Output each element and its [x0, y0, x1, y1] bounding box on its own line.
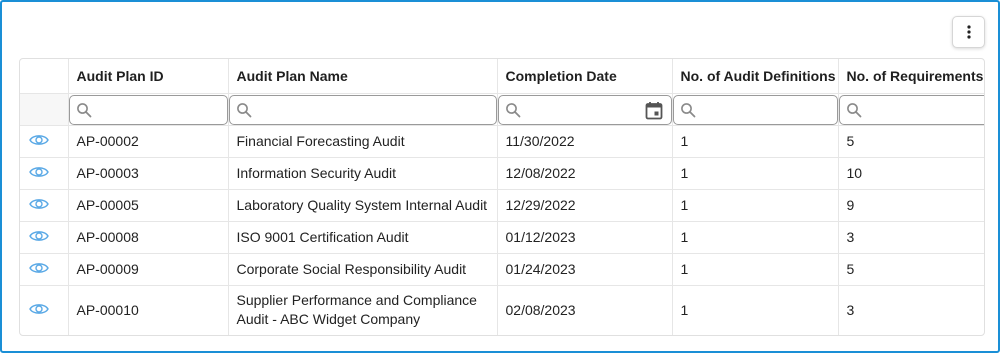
cell-audit-plan-id: AP-00003 [68, 157, 229, 190]
search-icon [846, 102, 861, 117]
search-icon [236, 102, 251, 117]
eye-icon [29, 134, 49, 145]
table-row: AP-00008 ISO 9001 Certification Audit 01… [20, 221, 984, 254]
cell-audit-plan-id: AP-00005 [68, 189, 229, 222]
cell-audit-plan-name: Financial Forecasting Audit [228, 125, 498, 158]
filter-cell-audit-plan-id [68, 93, 229, 126]
row-actions [20, 221, 69, 254]
cell-audit-plan-id: AP-00010 [68, 285, 229, 335]
filter-input-audit-plan-name[interactable] [255, 96, 490, 123]
row-actions [20, 285, 69, 335]
filter-requirements[interactable] [838, 94, 984, 124]
filter-audit-plan-id[interactable] [68, 94, 227, 124]
cell-audit-plan-name: ISO 9001 Certification Audit [228, 221, 498, 254]
audit-plans-table: Audit Plan ID Audit Plan Name Completion… [20, 59, 984, 335]
cell-requirements: 3 [838, 221, 984, 254]
search-icon [505, 102, 520, 117]
cell-audit-definitions: 1 [672, 253, 839, 286]
filter-completion-date[interactable] [497, 94, 671, 124]
table-row: AP-00003 Information Security Audit 12/0… [20, 157, 984, 190]
cell-audit-definitions: 1 [672, 157, 839, 190]
filter-audit-plan-name[interactable] [228, 94, 496, 124]
filter-row [20, 93, 984, 126]
filter-cell-audit-definitions [672, 93, 839, 126]
table-row: AP-00002 Financial Forecasting Audit 11/… [20, 125, 984, 158]
table-row: AP-00009 Corporate Social Responsibility… [20, 253, 984, 286]
view-button[interactable] [29, 165, 49, 179]
filter-cell-completion-date [497, 93, 673, 126]
table-row: AP-00010 Supplier Performance and Compli… [20, 285, 984, 335]
view-button[interactable] [29, 302, 49, 316]
filter-audit-definitions[interactable] [672, 94, 837, 124]
column-header-audit-plan-id[interactable]: Audit Plan ID [68, 59, 229, 94]
column-header-requirements[interactable]: No. of Requirements [838, 59, 984, 94]
eye-icon [29, 166, 49, 177]
cell-completion-date: 11/30/2022 [497, 125, 673, 158]
search-icon [680, 102, 695, 117]
calendar-icon[interactable] [645, 101, 663, 120]
filter-input-audit-definitions[interactable] [699, 96, 831, 123]
cell-audit-plan-name: Laboratory Quality System Internal Audit [228, 189, 498, 222]
cell-completion-date: 01/12/2023 [497, 221, 673, 254]
row-actions [20, 157, 69, 190]
cell-completion-date: 12/29/2022 [497, 189, 673, 222]
view-button[interactable] [29, 197, 49, 211]
cell-audit-definitions: 1 [672, 285, 839, 335]
more-vertical-icon [966, 25, 971, 39]
eye-icon [29, 303, 49, 314]
filter-cell-actions [20, 93, 69, 126]
audit-plans-grid: Audit Plan ID Audit Plan Name Completion… [19, 58, 985, 336]
cell-audit-plan-name: Corporate Social Responsibility Audit [228, 253, 498, 286]
column-header-actions [20, 59, 69, 94]
filter-input-requirements[interactable] [865, 96, 984, 123]
cell-requirements: 10 [838, 157, 984, 190]
cell-audit-plan-id: AP-00002 [68, 125, 229, 158]
column-header-audit-plan-name[interactable]: Audit Plan Name [228, 59, 498, 94]
cell-completion-date: 02/08/2023 [497, 285, 673, 335]
row-actions [20, 189, 69, 222]
cell-audit-plan-id: AP-00008 [68, 221, 229, 254]
eye-icon [29, 198, 49, 209]
eye-icon [29, 230, 49, 241]
cell-audit-definitions: 1 [672, 125, 839, 158]
filter-cell-audit-plan-name [228, 93, 498, 126]
grid-panel: Audit Plan ID Audit Plan Name Completion… [0, 0, 1000, 353]
cell-requirements: 9 [838, 189, 984, 222]
row-actions [20, 125, 69, 158]
header-row: Audit Plan ID Audit Plan Name Completion… [20, 59, 984, 94]
filter-input-completion-date[interactable] [524, 96, 665, 123]
cell-completion-date: 01/24/2023 [497, 253, 673, 286]
cell-audit-definitions: 1 [672, 221, 839, 254]
cell-audit-plan-name: Information Security Audit [228, 157, 498, 190]
cell-requirements: 3 [838, 285, 984, 335]
cell-requirements: 5 [838, 253, 984, 286]
cell-audit-plan-name: Supplier Performance and Compliance Audi… [228, 285, 498, 335]
search-icon [76, 102, 91, 117]
cell-completion-date: 12/08/2022 [497, 157, 673, 190]
column-header-audit-definitions[interactable]: No. of Audit Definitions [672, 59, 839, 94]
cell-audit-definitions: 1 [672, 189, 839, 222]
view-button[interactable] [29, 261, 49, 275]
cell-requirements: 5 [838, 125, 984, 158]
filter-input-audit-plan-id[interactable] [95, 96, 221, 123]
eye-icon [29, 262, 49, 273]
view-button[interactable] [29, 133, 49, 147]
more-options-button[interactable] [952, 16, 985, 48]
column-header-completion-date[interactable]: Completion Date [497, 59, 673, 94]
filter-cell-requirements [838, 93, 984, 126]
view-button[interactable] [29, 229, 49, 243]
cell-audit-plan-id: AP-00009 [68, 253, 229, 286]
table-row: AP-00005 Laboratory Quality System Inter… [20, 189, 984, 222]
row-actions [20, 253, 69, 286]
